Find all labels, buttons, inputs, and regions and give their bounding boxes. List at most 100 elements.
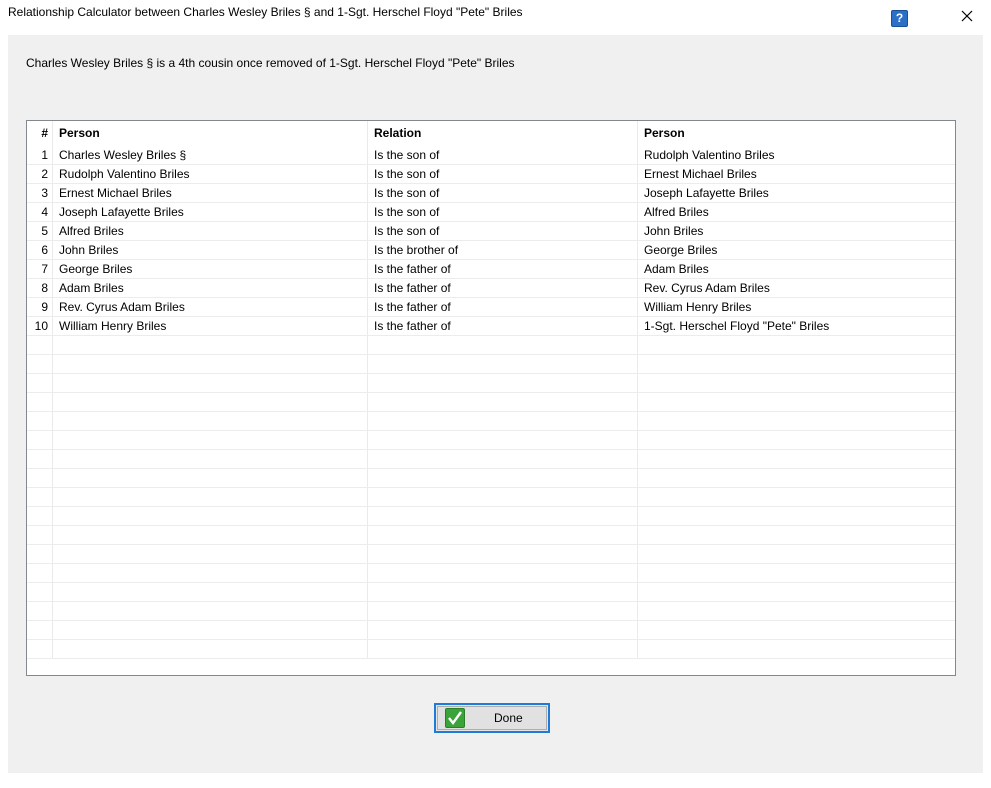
row-number [27,488,53,506]
table-row[interactable] [27,469,955,488]
row-relation: Is the son of [368,203,638,221]
row-relation: Is the son of [368,222,638,240]
table-row[interactable] [27,545,955,564]
row-number [27,469,53,487]
table-row[interactable] [27,583,955,602]
table-row[interactable]: 10 William Henry Briles Is the father of 1-… [27,317,955,336]
table-row[interactable] [27,640,955,659]
row-person-2 [638,602,955,620]
done-label: Done [494,711,523,725]
row-person-1 [53,431,368,449]
row-person-1 [53,374,368,392]
row-relation: Is the son of [368,184,638,202]
row-number [27,621,53,639]
row-person-2 [638,621,955,639]
row-relation [368,602,638,620]
table-row[interactable]: 5 Alfred Briles Is the son of John Briles [27,222,955,241]
row-person-1: Adam Briles [53,279,368,297]
row-number: 9 [27,298,53,316]
row-relation [368,545,638,563]
row-person-1: Rudolph Valentino Briles [53,165,368,183]
row-number: 3 [27,184,53,202]
done-button[interactable]: Done [434,703,550,733]
table-header: # Person Relation Person [27,121,955,146]
relationship-calculator-window: Relationship Calculator between Charles … [0,0,991,788]
table-row[interactable] [27,431,955,450]
row-person-2 [638,545,955,563]
row-relation [368,507,638,525]
table-row[interactable] [27,488,955,507]
table-row[interactable] [27,336,955,355]
row-person-1: Rev. Cyrus Adam Briles [53,298,368,316]
row-person-2 [638,507,955,525]
row-person-1 [53,336,368,354]
row-person-1 [53,640,368,658]
row-number [27,545,53,563]
row-relation: Is the brother of [368,241,638,259]
row-person-2 [638,393,955,411]
table-row[interactable]: 6 John Briles Is the brother of George Bril… [27,241,955,260]
row-person-2 [638,355,955,373]
row-person-2 [638,431,955,449]
row-relation [368,469,638,487]
relationship-table[interactable]: # Person Relation Person 1 Charles Wesley… [26,120,956,676]
header-num[interactable]: # [27,121,53,146]
row-person-1 [53,412,368,430]
table-row[interactable] [27,602,955,621]
table-row[interactable] [27,450,955,469]
header-person-1[interactable]: Person [53,121,368,146]
row-person-2 [638,412,955,430]
row-person-1 [53,507,368,525]
close-button[interactable] [956,6,978,26]
table-row[interactable]: 8 Adam Briles Is the father of Rev. Cyrus A… [27,279,955,298]
row-person-2 [638,336,955,354]
row-relation [368,583,638,601]
row-number: 10 [27,317,53,335]
row-number: 6 [27,241,53,259]
row-person-1: George Briles [53,260,368,278]
table-row[interactable]: 7 George Briles Is the father of Adam Brile… [27,260,955,279]
table-row[interactable] [27,355,955,374]
dialog-footer: Done [8,685,983,733]
table-row[interactable] [27,393,955,412]
row-person-2: Adam Briles [644,262,709,276]
table-row[interactable] [27,564,955,583]
row-relation [368,393,638,411]
header-relation[interactable]: Relation [368,121,638,146]
row-number [27,583,53,601]
row-number [27,412,53,430]
row-relation: Is the father of [368,317,638,335]
row-person-2 [638,526,955,544]
row-person-2 [638,450,955,468]
row-person-1 [53,583,368,601]
checkmark-glyph [448,711,462,725]
header-person-2[interactable]: Person [638,121,955,146]
help-icon: ? [895,11,904,25]
row-number [27,431,53,449]
row-person-1 [53,602,368,620]
row-person-1 [53,621,368,639]
row-relation: Is the father of [368,260,638,278]
help-button[interactable]: ? [891,10,908,27]
row-relation [368,488,638,506]
relationship-summary: Charles Wesley Briles § is a 4th cousin … [26,56,515,70]
table-row[interactable]: 3 Ernest Michael Briles Is the son of Josep… [27,184,955,203]
row-person-2: Joseph Lafayette Briles [644,186,769,200]
row-number [27,564,53,582]
table-row[interactable]: 1 Charles Wesley Briles § Is the son of Rud… [27,146,955,165]
table-row[interactable]: 4 Joseph Lafayette Briles Is the son of Alf… [27,203,955,222]
row-number [27,602,53,620]
row-relation [368,336,638,354]
table-row[interactable]: 9 Rev. Cyrus Adam Briles Is the father of W… [27,298,955,317]
row-relation [368,412,638,430]
row-person-1 [53,393,368,411]
row-number: 8 [27,279,53,297]
table-row[interactable] [27,621,955,640]
row-person-2 [638,583,955,601]
table-row[interactable] [27,507,955,526]
table-row[interactable] [27,412,955,431]
row-person-2: Rudolph Valentino Briles [644,148,775,162]
table-row[interactable] [27,374,955,393]
table-row[interactable]: 2 Rudolph Valentino Briles Is the son of Er… [27,165,955,184]
table-row[interactable] [27,526,955,545]
